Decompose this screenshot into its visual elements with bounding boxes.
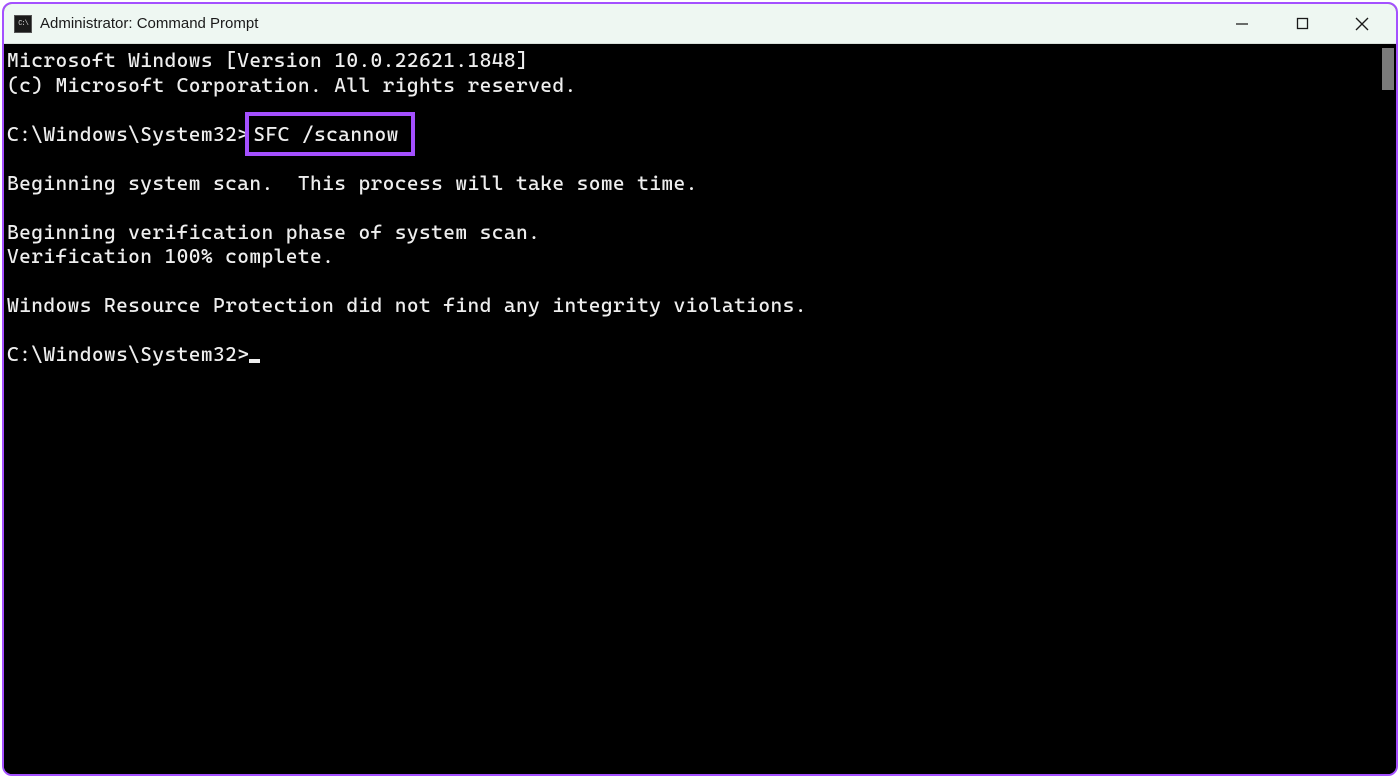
minimize-button[interactable] (1212, 4, 1272, 43)
cmd-icon-text: C:\ (18, 20, 28, 28)
output-line: Beginning system scan. This process will… (7, 171, 698, 195)
minimize-icon (1235, 17, 1249, 31)
scroll-thumb[interactable] (1382, 48, 1394, 90)
output-line: Verification 100% complete. (7, 244, 334, 268)
cursor (249, 359, 260, 363)
command-highlight: SFC /scannow (245, 112, 414, 157)
output-line: (c) Microsoft Corporation. All rights re… (7, 73, 577, 97)
output-line: Microsoft Windows [Version 10.0.22621.18… (7, 48, 528, 72)
window-title: Administrator: Command Prompt (40, 15, 1212, 32)
scrollbar[interactable] (1378, 44, 1396, 774)
maximize-button[interactable] (1272, 4, 1332, 43)
command-prompt-window: C:\ Administrator: Command Prompt (2, 2, 1398, 776)
close-button[interactable] (1332, 4, 1392, 43)
titlebar[interactable]: C:\ Administrator: Command Prompt (4, 4, 1396, 44)
command-text: SFC /scannow (253, 122, 398, 146)
maximize-icon (1296, 17, 1309, 30)
window-controls (1212, 4, 1392, 43)
prompt-path: C:\Windows\System32> (7, 122, 249, 146)
output-line: Beginning verification phase of system s… (7, 220, 540, 244)
cmd-icon: C:\ (14, 15, 32, 33)
close-icon (1355, 17, 1369, 31)
terminal-area: Microsoft Windows [Version 10.0.22621.18… (4, 44, 1396, 774)
prompt-path: C:\Windows\System32> (7, 342, 249, 366)
terminal-output[interactable]: Microsoft Windows [Version 10.0.22621.18… (4, 44, 1378, 774)
output-line: Windows Resource Protection did not find… (7, 293, 807, 317)
